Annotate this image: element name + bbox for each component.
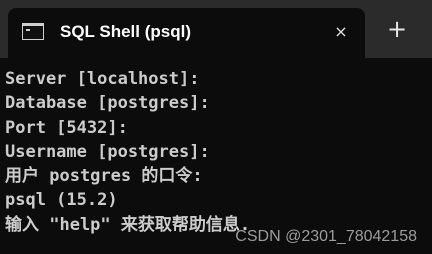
terminal-line: psql (15.2)	[5, 190, 118, 211]
terminal-line: Server [localhost]:	[5, 69, 200, 89]
tab-bar: SQL Shell (psql) × +	[0, 0, 432, 58]
tab-title: SQL Shell (psql)	[60, 22, 191, 41]
terminal-line: Database [postgres]:	[5, 93, 210, 114]
terminal-line: 用户 postgres 的口令:	[5, 166, 203, 187]
tab-sql-shell[interactable]: SQL Shell (psql) ×	[8, 8, 365, 58]
terminal-output[interactable]: Server [localhost]: Database [postgres]:…	[5, 67, 427, 254]
close-icon[interactable]: ×	[329, 20, 353, 44]
terminal-line: Port [5432]:	[5, 117, 128, 138]
new-tab-button[interactable]: +	[383, 15, 411, 43]
terminal-line: Username [postgres]:	[5, 141, 210, 162]
terminal-window: SQL Shell (psql) × + Server [localhost]:…	[0, 0, 432, 254]
watermark: CSDN @2301_78042158	[235, 228, 417, 245]
terminal-icon	[22, 23, 44, 40]
